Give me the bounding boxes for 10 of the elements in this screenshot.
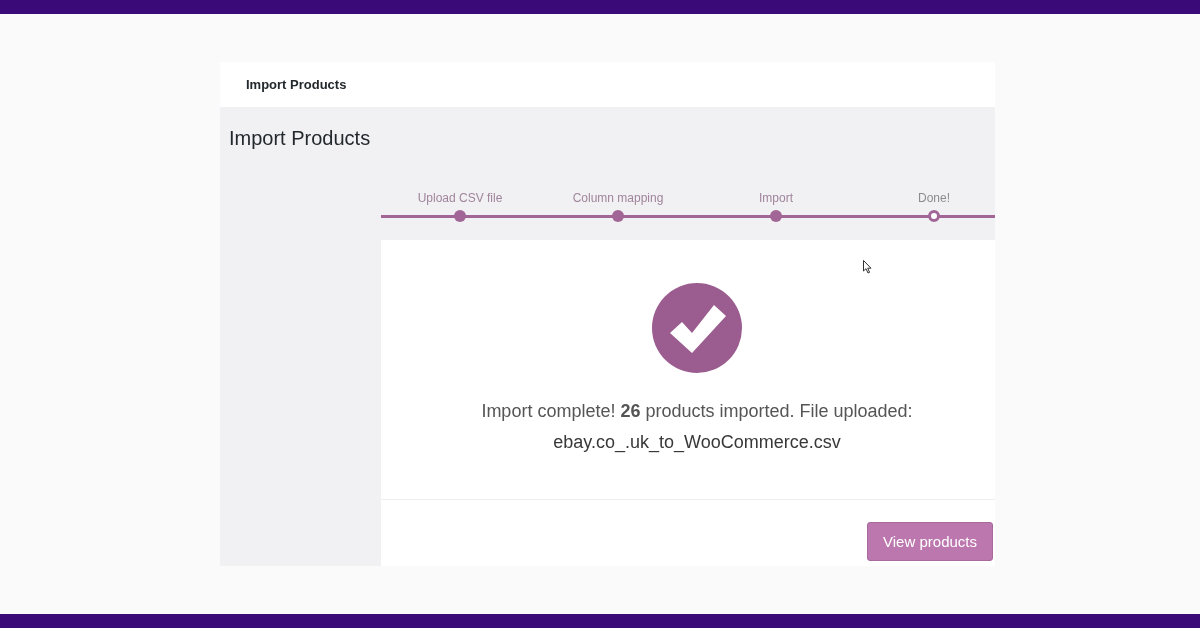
- checkmark-circle-icon: [652, 283, 742, 373]
- header-title: Import Products: [246, 77, 347, 92]
- step-label: Done!: [918, 190, 950, 206]
- mouse-cursor-icon: [863, 260, 872, 274]
- step-label: Column mapping: [572, 190, 664, 206]
- step-label: Import: [759, 190, 793, 206]
- step-label: Upload CSV file: [417, 190, 503, 206]
- page-title: Import Products: [229, 126, 371, 151]
- import-result-message: Import complete! 26 products imported. File uploaded: ebay.co_.uk_to_WooCommerce.csv: [481, 400, 913, 455]
- view-products-button[interactable]: View products: [867, 522, 993, 561]
